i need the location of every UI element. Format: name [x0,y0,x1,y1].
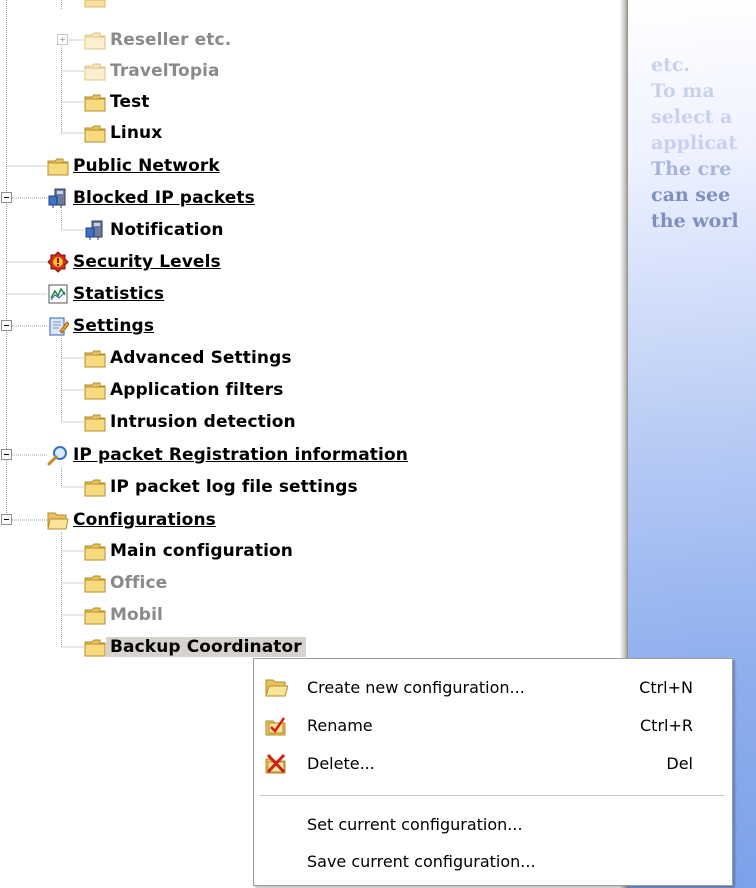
help-text-line: can see [651,184,731,206]
tree-item-notification[interactable]: Notification [84,218,224,242]
tree-item-label: Advanced Settings [110,348,292,368]
expand-toggle-reseller[interactable] [57,34,68,45]
network-computer-icon [48,188,66,208]
tree-item-advanced-settings[interactable]: Advanced Settings [84,346,292,370]
folder-icon [84,94,106,112]
menu-item-label: Save current configuration... [307,851,536,871]
folder-icon [84,414,106,432]
menu-item-label: Rename [307,715,373,735]
folder-icon [84,63,106,81]
tree-item-public-network[interactable]: Public Network [47,154,220,178]
folder-icon [84,543,106,561]
tree-item-configurations[interactable]: Configurations [47,508,216,532]
tree-item-label: Test [110,92,150,112]
help-text-line: etc. [651,54,691,76]
tree-item-label: Intrusion detection [110,412,296,432]
tree-item-reseller[interactable]: Reseller etc. [84,28,231,52]
folder-icon [84,0,106,8]
collapse-toggle-blocked-ip[interactable] [1,192,12,203]
tree-item-label: Office [110,573,168,593]
menu-item-rename[interactable]: Rename Ctrl+R [254,706,732,744]
menu-item-shortcut: Del [666,753,693,773]
menu-item-label: Set current configuration... [307,814,523,834]
help-text-line: the worl [651,210,739,232]
tree-item-label: Public Network [73,156,220,176]
help-text-line: select a [651,106,733,128]
tree-item-label: Mobil [110,605,163,625]
network-computer-icon [85,220,103,240]
tree-item-label: Notification [110,220,224,240]
statistics-chart-icon [48,284,68,304]
tree-item-label: Statistics [73,284,165,304]
folder-icon [84,607,106,625]
collapse-toggle-settings[interactable] [1,320,12,331]
tree-item-office[interactable]: Office [84,571,167,595]
tree-item-ip-packet-registration[interactable]: IP packet Registration information [47,443,408,467]
tree-item-test[interactable]: Test [84,90,150,114]
collapse-toggle-ip-registration[interactable] [1,449,12,460]
tree-item-label: Reseller etc. [110,30,232,50]
menu-item-label: Create new configuration... [307,677,525,697]
tree-item-mobil[interactable]: Mobil [84,603,163,627]
tree-item-statistics[interactable]: Statistics [47,282,164,306]
tree-item-label: Security Levels [73,252,221,272]
collapse-toggle-configurations[interactable] [1,514,12,525]
tree-item-traveltopia[interactable]: TravelTopia [84,59,220,83]
tree-item-ip-log-settings[interactable]: IP packet log file settings [84,475,358,499]
tree-item-label: Main configuration [110,541,293,561]
menu-item-delete[interactable]: Delete... Del [254,744,732,782]
tree-item-settings[interactable]: Settings [47,314,154,338]
settings-pen-icon [49,317,69,336]
tree-item-main-configuration[interactable]: Main configuration [84,539,293,563]
security-warning-icon [47,251,69,273]
menu-item-shortcut: Ctrl+R [640,715,693,735]
tree-item-label: Configurations [73,510,216,530]
folder-icon [84,479,106,497]
tree-item-intrusion-detection[interactable]: Intrusion detection [84,410,296,434]
folder-icon [84,32,106,50]
menu-separator [260,795,724,797]
folder-icon [84,350,106,368]
tree-item-label: Settings [73,316,155,336]
open-folder-icon [265,679,288,697]
help-text-line: applicat [651,132,737,154]
tree-item-application-filters[interactable]: Application filters [84,378,283,402]
menu-item-label: Delete... [307,753,375,773]
menu-item-set-current-configuration[interactable]: Set current configuration... [254,805,732,843]
tree-item-label: IP packet log file settings [110,477,358,497]
rename-checkbox-icon [265,717,286,736]
tree-item-backup-coordinator[interactable]: Backup Coordinator [84,635,306,659]
tree-item-label: Linux [110,123,163,143]
tree-item-label: IP packet Registration information [73,445,408,465]
help-text-line: To ma [651,80,715,102]
menu-item-create-configuration[interactable]: Create new configuration... Ctrl+N [254,668,732,706]
magnifier-icon [47,446,67,466]
tree-item-linux[interactable]: Linux [84,121,162,145]
folder-icon [84,575,106,593]
tree-item-label: Backup Coordinator [106,637,306,657]
tree-item-blocked-ip-packets[interactable]: Blocked IP packets [47,186,255,210]
tree-item-label: Application filters [110,380,284,400]
folder-icon [84,639,106,657]
tree-item-security-levels[interactable]: Security Levels [47,250,221,274]
menu-item-shortcut: Ctrl+N [639,677,693,697]
help-text-line: The cre [651,158,732,180]
tree-item-label: TravelTopia [110,61,220,81]
folder-icon [47,158,69,176]
context-menu[interactable]: Create new configuration... Ctrl+N Renam… [253,658,733,886]
tree-item-label: Blocked IP packets [73,188,255,208]
menu-item-save-current-configuration[interactable]: Save current configuration... [254,842,732,880]
folder-icon [84,125,106,143]
folder-icon [84,382,106,400]
open-folder-icon [47,512,69,530]
help-text: etc. To ma select a applicat The cre can… [651,52,739,234]
delete-x-icon [265,753,286,774]
